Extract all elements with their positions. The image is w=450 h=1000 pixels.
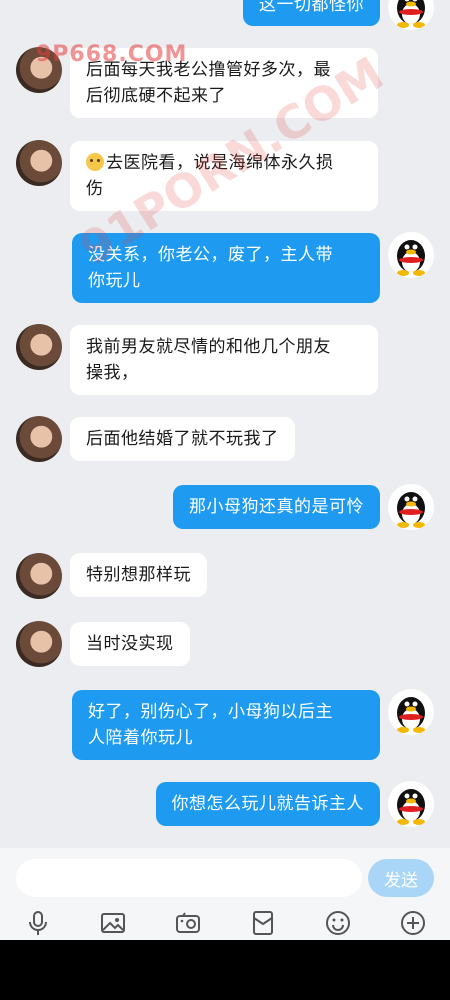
avatar-contact[interactable] [16,140,62,186]
message-line: 去医院看，说是海绵体永久损 [106,153,334,173]
message-bubble-incoming[interactable]: 去医院看，说是海绵体永久损 伤 [70,141,378,211]
avatar-contact[interactable] [16,416,62,462]
message-line: 那小母狗还真的是可怜 [189,497,364,517]
message-line: 后面每天我老公撸管好多次，最 [86,60,331,80]
message-line: 好了，别伤心了，小母狗以后主 [88,702,333,722]
avatar-self[interactable] [388,689,434,735]
image-icon[interactable] [98,908,128,938]
microphone-icon[interactable] [23,908,53,938]
message-bubble-outgoing[interactable]: 那小母狗还真的是可怜 [173,485,380,529]
message-bubble-outgoing[interactable]: 好了，别伤心了，小母狗以后主 人陪着你玩儿 [72,690,380,760]
system-navigation-area [0,940,450,1000]
avatar-contact[interactable] [16,47,62,93]
message-input[interactable] [16,859,362,897]
chat-message-list[interactable]: 这一切都怪你 后面每天我老公撸管好多次，最 后彻底硬不起来了 去医院看，说是海绵… [0,0,450,848]
avatar-contact[interactable] [16,621,62,667]
send-button[interactable]: 发送 [368,859,434,897]
message-line: 后面他结婚了就不玩我了 [86,429,279,449]
avatar-contact[interactable] [16,324,62,370]
camera-icon[interactable] [173,908,203,938]
qq-penguin-icon [397,240,425,276]
message-line: 没关系，你老公，废了，主人带 [88,245,333,265]
message-line: 操我， [86,363,139,383]
message-bubble-outgoing[interactable]: 没关系，你老公，废了，主人带 你玩儿 [72,233,380,303]
message-bubble-outgoing[interactable]: 你想怎么玩儿就告诉主人 [155,782,380,826]
emoji-icon[interactable] [323,908,353,938]
message-bubble-incoming[interactable]: 当时没实现 [70,622,190,666]
qq-penguin-icon [397,0,425,28]
sweat-emoji-icon [86,153,104,171]
red-envelope-icon[interactable] [248,908,278,938]
message-line: 人陪着你玩儿 [88,728,193,748]
avatar-contact[interactable] [16,553,62,599]
qq-penguin-icon [397,492,425,528]
message-bubble-incoming[interactable]: 后面他结婚了就不玩我了 [70,417,295,461]
message-bubble-incoming[interactable]: 后面每天我老公撸管好多次，最 后彻底硬不起来了 [70,48,378,118]
message-line: 后彻底硬不起来了 [86,86,226,106]
chat-toolbar [0,908,450,940]
message-line: 你想怎么玩儿就告诉主人 [171,794,364,814]
message-bubble-incoming[interactable]: 我前男友就尽情的和他几个朋友 操我， [70,325,378,395]
message-line: 伤 [86,179,104,199]
message-input-bar: 发送 [0,848,450,908]
message-bubble-outgoing[interactable]: 这一切都怪你 [243,0,380,26]
avatar-self[interactable] [388,232,434,278]
message-bubble-incoming[interactable]: 特别想那样玩 [70,553,207,597]
message-text: 这一切都怪你 [259,0,364,15]
message-line: 我前男友就尽情的和他几个朋友 [86,337,331,357]
message-line: 当时没实现 [86,634,174,654]
message-line: 特别想那样玩 [86,565,191,585]
avatar-self[interactable] [388,484,434,530]
qq-penguin-icon [397,789,425,825]
message-line: 你玩儿 [88,271,141,291]
avatar-self[interactable] [388,781,434,827]
avatar-self[interactable] [388,0,434,30]
plus-icon[interactable] [398,908,428,938]
qq-penguin-icon [397,697,425,733]
